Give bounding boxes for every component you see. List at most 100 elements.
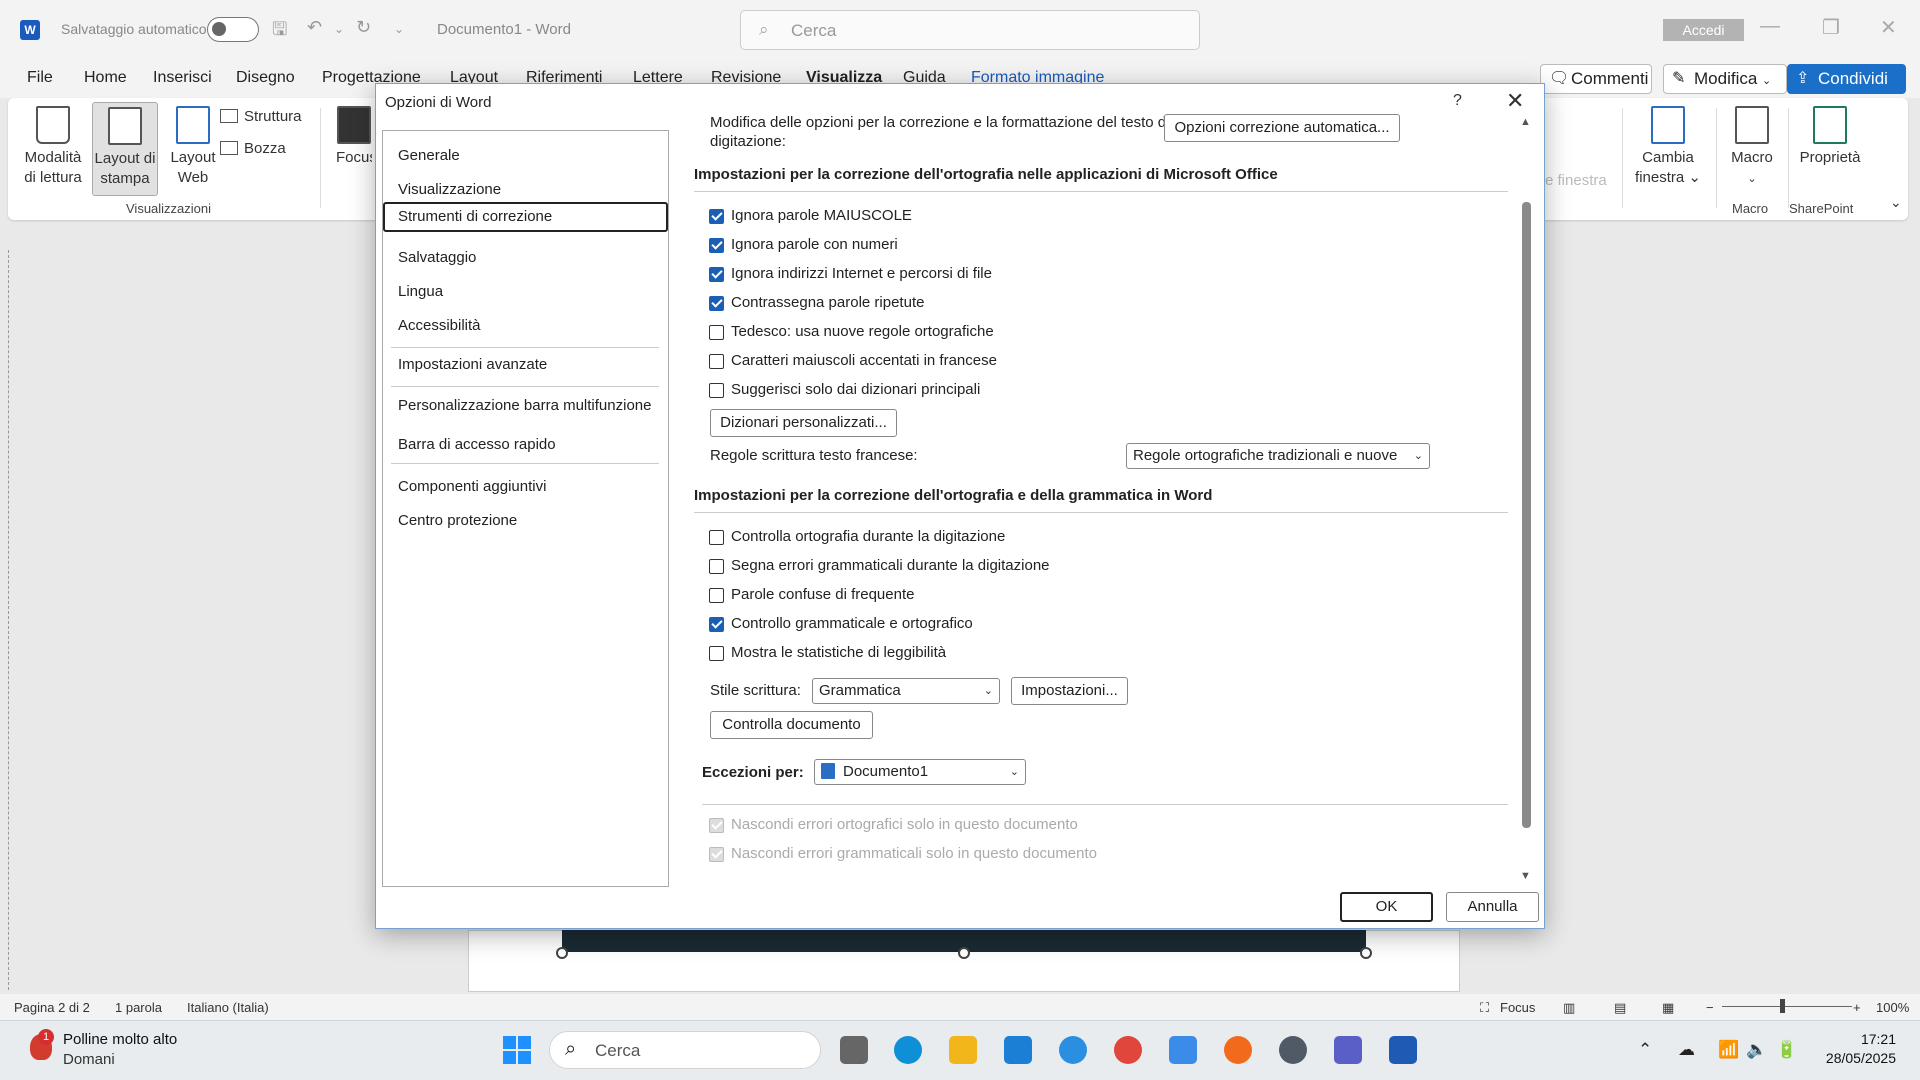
redo-icon[interactable]: ↻ (356, 17, 371, 38)
nav-add-ins[interactable]: Componenti aggiuntivi (383, 472, 668, 502)
battery-icon[interactable]: 🔋 (1776, 1040, 1797, 1060)
nav-display[interactable]: Visualizzazione (383, 175, 668, 205)
reading-mode-button[interactable]: Modalità di lettura (18, 106, 88, 188)
weather-title[interactable]: Polline molto alto (63, 1031, 177, 1048)
taskbar-search-box[interactable]: ⌕ Cerca (549, 1031, 821, 1069)
checkbox-german-new-rules[interactable]: Tedesco: usa nuove regole ortografiche (709, 323, 994, 343)
start-menu-icon[interactable] (503, 1036, 531, 1064)
checkbox-box[interactable] (709, 296, 724, 311)
volume-icon[interactable]: 🔈 (1746, 1040, 1767, 1060)
scrollbar-thumb[interactable] (1522, 202, 1531, 828)
copilot-app-icon[interactable] (1334, 1036, 1362, 1064)
checkbox-box[interactable] (709, 617, 724, 632)
ok-button[interactable]: OK (1340, 892, 1433, 922)
show-hidden-icons-chevron[interactable]: ⌃ (1638, 1040, 1652, 1060)
checkbox-frequently-confused-words[interactable]: Parole confuse di frequente (709, 586, 914, 606)
close-icon[interactable]: ✕ (1506, 88, 1524, 114)
checkbox-box[interactable] (709, 559, 724, 574)
nav-save[interactable]: Salvataggio (383, 243, 668, 273)
checkbox-box[interactable] (709, 354, 724, 369)
web-layout-button[interactable]: Layout Web (164, 106, 222, 188)
close-window-icon[interactable]: ✕ (1880, 15, 1897, 40)
title-search-box[interactable]: ⌕ Cerca (740, 10, 1200, 50)
tab-home[interactable]: Home (84, 69, 127, 87)
macros-button[interactable]: Macro ⌄ (1722, 106, 1782, 189)
draft-button[interactable]: Bozza (220, 140, 286, 157)
checkbox-readability-statistics[interactable]: Mostra le statistiche di leggibilità (709, 644, 946, 664)
checkbox-check-grammar-with-spelling[interactable]: Controllo grammaticale e ortografico (709, 615, 973, 635)
firefox-browser-icon[interactable] (1224, 1036, 1252, 1064)
undo-dropdown-icon[interactable]: ⌄ (334, 22, 344, 36)
task-view-icon[interactable] (840, 1036, 868, 1064)
zoom-slider-track[interactable] (1722, 1006, 1852, 1007)
microsoft-store-icon[interactable] (1169, 1036, 1197, 1064)
checkbox-box[interactable] (709, 383, 724, 398)
zoom-out-icon[interactable]: − (1706, 1000, 1714, 1015)
content-scrollbar[interactable]: ▲ ▼ (1519, 114, 1533, 884)
switch-window-button[interactable]: Cambia finestra ⌄ (1628, 106, 1708, 188)
print-layout-icon[interactable]: ▤ (1614, 1000, 1626, 1016)
nav-general[interactable]: Generale (383, 141, 668, 171)
checkbox-box[interactable] (709, 209, 724, 224)
language-indicator[interactable]: Italiano (Italia) (187, 1000, 269, 1015)
checkbox-flag-repeated-words[interactable]: Contrassegna parole ripetute (709, 294, 924, 314)
cancel-button[interactable]: Annulla (1446, 892, 1539, 922)
zoom-in-icon[interactable]: + (1853, 1000, 1861, 1015)
sign-in-button[interactable]: Accedi (1663, 19, 1744, 41)
checkbox-box[interactable] (709, 267, 724, 282)
checkbox-ignore-uppercase[interactable]: Ignora parole MAIUSCOLE (709, 207, 912, 227)
settings-gear-icon[interactable] (1279, 1036, 1307, 1064)
checkbox-box[interactable] (709, 325, 724, 340)
checkbox-box[interactable] (709, 646, 724, 661)
zoom-slider-thumb[interactable] (1780, 999, 1785, 1013)
tab-insert[interactable]: Inserisci (153, 69, 212, 87)
page-count[interactable]: Pagina 2 di 2 (14, 1000, 90, 1015)
minimize-icon[interactable]: — (1760, 15, 1780, 38)
checkbox-ignore-internet-paths[interactable]: Ignora indirizzi Internet e percorsi di … (709, 265, 992, 285)
french-modes-select[interactable]: Regole ortografiche tradizionali e nuove… (1126, 443, 1430, 469)
scroll-up-arrow-icon[interactable]: ▲ (1520, 116, 1531, 128)
chrome-browser-icon[interactable] (1114, 1036, 1142, 1064)
checkbox-box[interactable] (709, 530, 724, 545)
outline-button[interactable]: Struttura (220, 108, 302, 125)
file-explorer-icon[interactable] (949, 1036, 977, 1064)
undo-icon[interactable]: ↶ (307, 17, 322, 38)
grammar-settings-button[interactable]: Impostazioni... (1011, 677, 1128, 705)
nav-quick-access-toolbar[interactable]: Barra di accesso rapido (383, 430, 668, 460)
edge-browser-icon[interactable] (894, 1036, 922, 1064)
help-app-icon[interactable] (1059, 1036, 1087, 1064)
resize-handle[interactable] (958, 947, 970, 959)
collapse-ribbon-icon[interactable]: ⌄ (1890, 194, 1902, 211)
focus-mode-label[interactable]: Focus (1500, 1000, 1535, 1015)
tab-draw[interactable]: Disegno (236, 69, 295, 87)
tab-file[interactable]: File (27, 69, 53, 87)
recheck-document-button[interactable]: Controlla documento (710, 711, 873, 739)
scroll-down-arrow-icon[interactable]: ▼ (1520, 870, 1531, 882)
exceptions-document-select[interactable]: Documento1 ⌄ (814, 759, 1026, 785)
checkbox-box[interactable] (709, 588, 724, 603)
nav-advanced[interactable]: Impostazioni avanzate (383, 350, 668, 380)
nav-proofing[interactable]: Strumenti di correzione (383, 202, 668, 232)
checkbox-french-accented-uppercase[interactable]: Caratteri maiuscoli accentati in frances… (709, 352, 997, 372)
save-icon[interactable]: 🖫 (272, 17, 287, 47)
checkbox-main-dictionary-only[interactable]: Suggerisci solo dai dizionari principali (709, 381, 980, 401)
weather-subtitle[interactable]: Domani (63, 1051, 115, 1068)
focus-mode-icon[interactable]: ⛶ (1480, 1000, 1489, 1016)
zoom-level[interactable]: 100% (1876, 1000, 1909, 1015)
autocorrect-options-button[interactable]: Opzioni correzione automatica... (1164, 114, 1400, 142)
read-mode-icon[interactable]: ▥ (1563, 1000, 1575, 1016)
resize-handle[interactable] (556, 947, 568, 959)
writing-style-select[interactable]: Grammatica ⌄ (812, 678, 1000, 704)
custom-dictionaries-button[interactable]: Dizionari personalizzati... (710, 409, 897, 437)
nav-customize-ribbon[interactable]: Personalizzazione barra multifunzione (383, 391, 668, 421)
properties-button[interactable]: Proprietà (1792, 106, 1868, 168)
wifi-icon[interactable]: 📶 (1718, 1040, 1739, 1060)
system-clock[interactable]: 17:21 28/05/2025 (1816, 1030, 1896, 1068)
nav-accessibility[interactable]: Accessibilità (383, 311, 668, 341)
word-app-icon[interactable] (1389, 1036, 1417, 1064)
help-button[interactable]: ? (1453, 92, 1462, 110)
mylp-app-icon[interactable] (1004, 1036, 1032, 1064)
share-button[interactable]: ⇪Condividi ⌄ (1787, 64, 1906, 115)
comments-button[interactable]: 🗨 Commenti (1540, 64, 1652, 94)
checkbox-mark-grammar-as-you-type[interactable]: Segna errori grammaticali durante la dig… (709, 557, 1050, 577)
